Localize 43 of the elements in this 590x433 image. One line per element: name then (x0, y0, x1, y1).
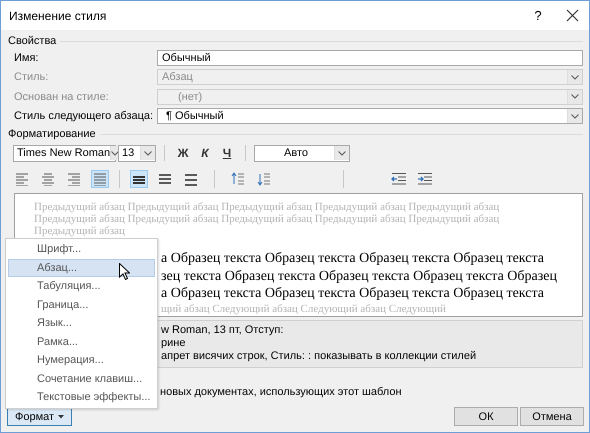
previous-paragraph-text: Предыдущий абзац Предыдущий абзац Предыдущий абзац Предыдущий абзац Предыдущий абзац (34, 201, 500, 213)
style-dropdown[interactable]: ¶ Обычный (157, 108, 583, 124)
close-icon[interactable] (566, 9, 579, 22)
bold-button[interactable]: Ж (173, 144, 193, 162)
description-text: рине (161, 337, 186, 350)
field-label: Стиль: (14, 71, 50, 84)
caret-icon (58, 414, 64, 418)
sample-text: зец текста Образец текста Образец текста Образец текста Образец (161, 268, 557, 285)
field-label: Основан на стиле: (14, 90, 110, 103)
help-button[interactable]: ? (528, 8, 548, 23)
underline-button[interactable]: Ч (217, 144, 237, 162)
description-text: апрет висячих строк, Стиль: : показывать в коллекции стилей (161, 350, 476, 363)
color-dropdown[interactable]: Авто (254, 144, 350, 162)
sample-text: а Образец текста Образец текста Образец текста Образец текста (161, 250, 544, 268)
menu-item[interactable]: Язык... (8, 314, 155, 332)
ok-button[interactable]: ОК (454, 407, 518, 426)
menu-item[interactable]: Абзац... (8, 258, 155, 277)
menu-item[interactable]: Рамка... (8, 332, 155, 351)
menu-item[interactable]: Нумерация... (8, 351, 155, 370)
menu-item[interactable]: Шрифт... (8, 240, 155, 258)
italic-button[interactable]: К (195, 144, 215, 162)
single-spacing-icon[interactable] (130, 170, 148, 188)
field-label: Имя: (14, 52, 40, 64)
size-dropdown[interactable]: 13 (118, 144, 156, 162)
previous-paragraph-text: Предыдущий абзац Предыдущий абзац Предыдущий абзац Предыдущий абзац Предыдущий абзац (34, 213, 500, 225)
cancel-button[interactable]: Отмена (520, 407, 584, 426)
option-text: новых документах, использующих этот шаблон (160, 386, 403, 400)
menu-item[interactable]: Сочетание клавиш... (8, 370, 155, 388)
font-dropdown[interactable]: Times New Roman (13, 144, 116, 162)
mouse-cursor-icon (119, 263, 130, 280)
menu-item[interactable]: Текстовые эффекты... (8, 388, 155, 406)
justify-icon[interactable] (91, 170, 109, 188)
window-title: Изменение стиля (9, 8, 108, 22)
section-heading: Свойства (8, 35, 56, 47)
next-paragraph-text: щий абзац Следующий абзац Следующий абзац Следующий (161, 302, 446, 316)
menu-item[interactable]: Табуляция... (8, 277, 155, 296)
name-field[interactable]: Обычный (157, 50, 583, 66)
field-label: Стиль следующего абзаца: (14, 110, 154, 122)
section-heading: Форматирование (8, 128, 96, 140)
description-text: w Roman, 13 пт, Отступ: (161, 324, 284, 337)
previous-paragraph-text: Предыдущий абзац (34, 225, 125, 237)
sample-text: а Образец текста Образец текста Образец текста Образец текста (161, 285, 544, 302)
menu-item[interactable]: Граница... (8, 296, 155, 314)
